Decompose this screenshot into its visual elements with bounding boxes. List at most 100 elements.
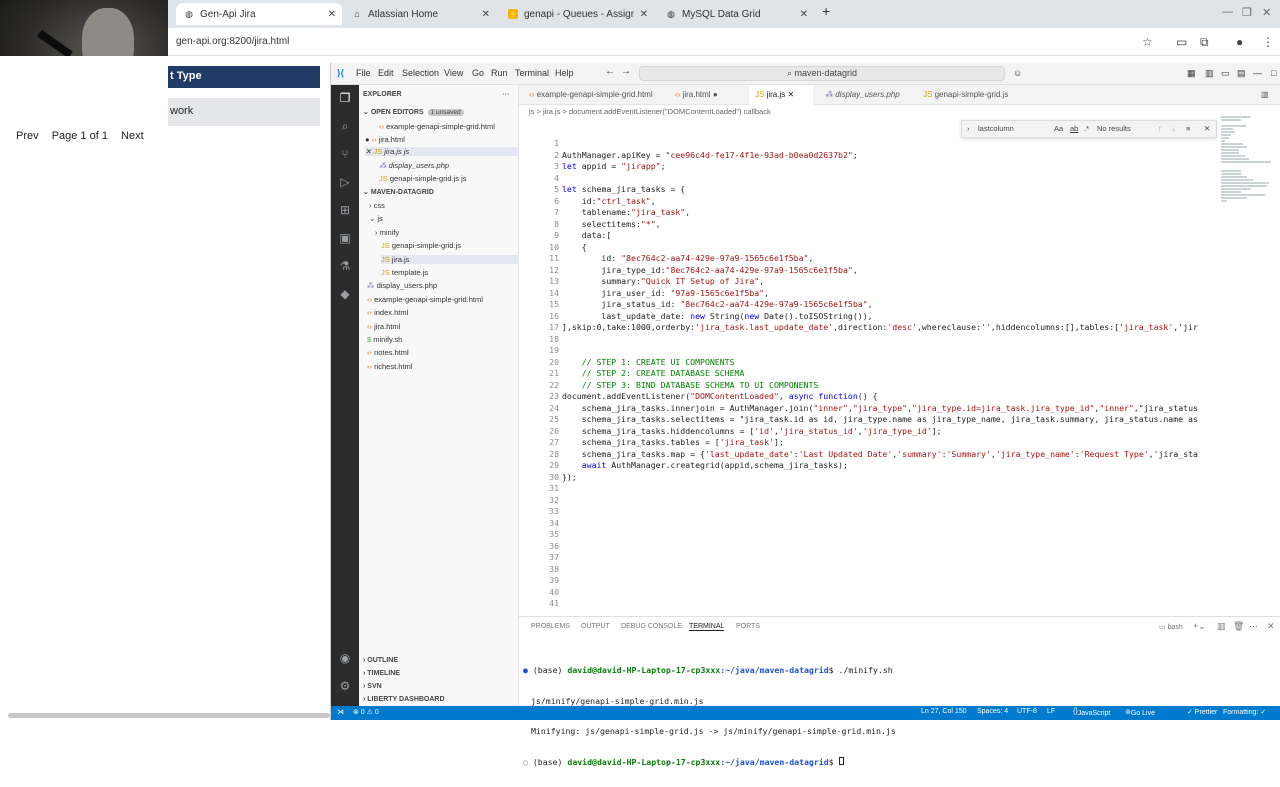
cast-icon[interactable]: ▭	[1176, 35, 1187, 49]
eol-status[interactable]: LF	[1047, 708, 1055, 715]
formatting-status[interactable]: Formatting: ✓	[1223, 708, 1266, 716]
source-control-icon[interactable]: ⑂	[337, 147, 353, 163]
problems-status[interactable]: ⊗ 0 ⚠ 0	[353, 708, 379, 716]
terminal-shell-label[interactable]: ▭ bash	[1159, 623, 1183, 631]
code-line[interactable]: 12 jira_type_id:"8ec764c2-aa74-429e-97a9…	[519, 265, 1224, 277]
split-editor-icon[interactable]: ▥	[1255, 85, 1275, 105]
code-line[interactable]: 30});	[519, 472, 1224, 484]
minimap[interactable]	[1221, 115, 1277, 265]
file-item[interactable]: $ minify.sh	[367, 335, 402, 344]
code-line[interactable]: 26 schema_jira_tasks.hiddencolumns = ['i…	[519, 426, 1224, 438]
code-line[interactable]: 22 // STEP 3: BIND DATABASE SCHEMA TO UI…	[519, 380, 1224, 392]
browser-tab-mysql-grid[interactable]: ◍ MySQL Data Grid ✕	[658, 3, 814, 25]
browser-tab-genapi-queues[interactable]: ⚡ genapi - Queues - Assigned t ✕	[500, 3, 654, 25]
python-icon[interactable]: ◆	[337, 287, 353, 303]
vs-minimize-icon[interactable]: —	[1253, 68, 1262, 78]
code-line[interactable]: 21 // STEP 2: CREATE DATABASE SCHEMA	[519, 368, 1224, 380]
code-line[interactable]: 10 {	[519, 242, 1224, 254]
next-link[interactable]: Next	[121, 130, 144, 142]
code-line[interactable]: 38	[519, 564, 1224, 576]
extensions-icon[interactable]: ⊞	[337, 203, 353, 219]
window-close-icon[interactable]: ✕	[1262, 6, 1271, 19]
editor-tab[interactable]: ‹› example-genapi-simple-grid.html	[523, 85, 659, 105]
close-icon[interactable]: ✕	[1204, 124, 1210, 133]
open-editor-item[interactable]: ⁂ display_users.php	[379, 161, 449, 170]
code-line[interactable]: 8 selectitems:"*",	[519, 219, 1224, 231]
prev-link[interactable]: Prev	[16, 130, 39, 142]
panel-tab-ports[interactable]: PORTS	[736, 623, 760, 630]
code-line[interactable]: 33	[519, 506, 1224, 518]
vs-maximize-icon[interactable]: □	[1271, 68, 1276, 78]
close-icon[interactable]: ✕	[787, 90, 794, 99]
code-line[interactable]: 2 AuthManager.apiKey = "cee96c4d-fe17-4f1…	[519, 150, 1224, 162]
browser-tab-gen-api-jira[interactable]: ◍ Gen-Api Jira ✕	[176, 3, 342, 25]
close-icon[interactable]: ✕	[800, 9, 808, 20]
open-editor-item[interactable]: JS genapi-simple-grid.js js	[379, 174, 467, 183]
menu-help[interactable]: Help	[555, 68, 574, 78]
close-icon[interactable]: ✕	[640, 9, 648, 20]
liberty-dashboard-section[interactable]: › LIBERTY DASHBOARD	[363, 696, 445, 703]
code-line[interactable]: 6 id:"ctrl_task",	[519, 196, 1224, 208]
code-line[interactable]: 4	[519, 173, 1224, 185]
open-editor-item[interactable]: ✕ JS jira.js js	[365, 147, 518, 156]
language-mode[interactable]: {} JavaScript	[1073, 708, 1110, 717]
code-line[interactable]: 5 let schema_jira_tasks = {	[519, 184, 1224, 196]
command-center[interactable]: ⌕ maven-datagrid	[639, 66, 1005, 81]
star-icon[interactable]: ☆	[1142, 35, 1153, 49]
code-line[interactable]: 19	[519, 345, 1224, 357]
more-actions-icon[interactable]: ⋯	[502, 89, 510, 98]
url-field[interactable]: gen-api.org:8200/jira.html	[176, 36, 289, 47]
code-line[interactable]: 39	[519, 575, 1224, 587]
editor-tab[interactable]: ‹› jira.html ●	[669, 85, 724, 105]
remote-explorer-icon[interactable]: ▣	[337, 231, 353, 247]
svn-section[interactable]: › SVN	[363, 683, 382, 690]
code-line[interactable]: 34	[519, 518, 1224, 530]
back-arrow-icon[interactable]: ←	[605, 66, 615, 77]
copilot-icon[interactable]: ☺	[1013, 68, 1022, 78]
folder-js[interactable]: ⌄ js	[369, 214, 383, 223]
code-line[interactable]: 1	[519, 138, 1224, 150]
editor-tab-active[interactable]: JS jira.js ✕	[749, 85, 813, 105]
menu-edit[interactable]: Edit	[378, 68, 394, 78]
menu-go[interactable]: Go	[472, 68, 484, 78]
prettier-status[interactable]: ✓ Prettier	[1187, 708, 1217, 716]
code-line[interactable]: 29 await AuthManager.creategrid(appid,sc…	[519, 460, 1224, 472]
open-editor-item[interactable]: ‹› example-genapi-simple-grid.html	[379, 122, 495, 131]
code-line[interactable]: 28 schema_jira_tasks.map = {'last_update…	[519, 449, 1224, 461]
kebab-menu-icon[interactable]: ⋮	[1262, 35, 1274, 49]
file-item[interactable]: ‹› index.html	[367, 308, 408, 317]
code-line[interactable]: 18	[519, 334, 1224, 346]
code-line[interactable]: 27 schema_jira_tasks.tables = ['jira_tas…	[519, 437, 1224, 449]
toggle-sidebar-icon[interactable]: ▥	[1205, 68, 1214, 79]
project-header[interactable]: ⌄ MAVEN-DATAGRID	[363, 188, 434, 196]
panel-tab-output[interactable]: OUTPUT	[581, 623, 610, 630]
breadcrumb[interactable]: js > jira.js > document.addEventListener…	[529, 107, 771, 116]
search-icon[interactable]: ⌕	[337, 119, 353, 135]
forward-arrow-icon[interactable]: →	[621, 66, 631, 77]
find-in-selection-icon[interactable]: ≡	[1186, 124, 1190, 133]
code-line[interactable]: 17],skip:0,take:1000,orderby:'jira_task.…	[519, 322, 1224, 334]
file-item[interactable]: JS template.js	[381, 268, 428, 277]
code-line[interactable]: 36	[519, 541, 1224, 553]
code-line[interactable]: 9 data:[	[519, 230, 1224, 242]
new-terminal-icon[interactable]: +⌄	[1193, 621, 1206, 632]
menu-selection[interactable]: Selection	[402, 68, 439, 78]
browser-tab-atlassian[interactable]: ⌂ Atlassian Home ✕	[344, 3, 496, 25]
more-actions-icon[interactable]: ⋯	[1249, 621, 1258, 632]
match-case-toggle[interactable]: Aa	[1054, 124, 1063, 133]
maximize-icon[interactable]: ❐	[1242, 6, 1252, 19]
code-line[interactable]: 14 jira_user_id: "97a9-1565c6e1f5ba",	[519, 288, 1224, 300]
code-line[interactable]: 37	[519, 552, 1224, 564]
timeline-section[interactable]: › TIMELINE	[363, 670, 400, 677]
folder-minify[interactable]: › minify	[375, 228, 399, 237]
close-icon[interactable]: ✕	[1267, 621, 1275, 632]
new-tab-icon[interactable]: +	[822, 3, 830, 19]
open-editor-item[interactable]: ● ‹› jira.html	[365, 135, 405, 144]
arrow-up-icon[interactable]: ↑	[1158, 124, 1162, 133]
chevron-right-icon[interactable]: ›	[967, 124, 970, 133]
editor-tab[interactable]: ⁂ display_users.php	[819, 85, 906, 105]
accounts-icon[interactable]: ◉	[337, 651, 353, 667]
menu-view[interactable]: View	[444, 68, 463, 78]
code-line[interactable]: 3 let appid = "jirapp";	[519, 161, 1224, 173]
panel-tab-terminal[interactable]: TERMINAL	[689, 623, 725, 631]
